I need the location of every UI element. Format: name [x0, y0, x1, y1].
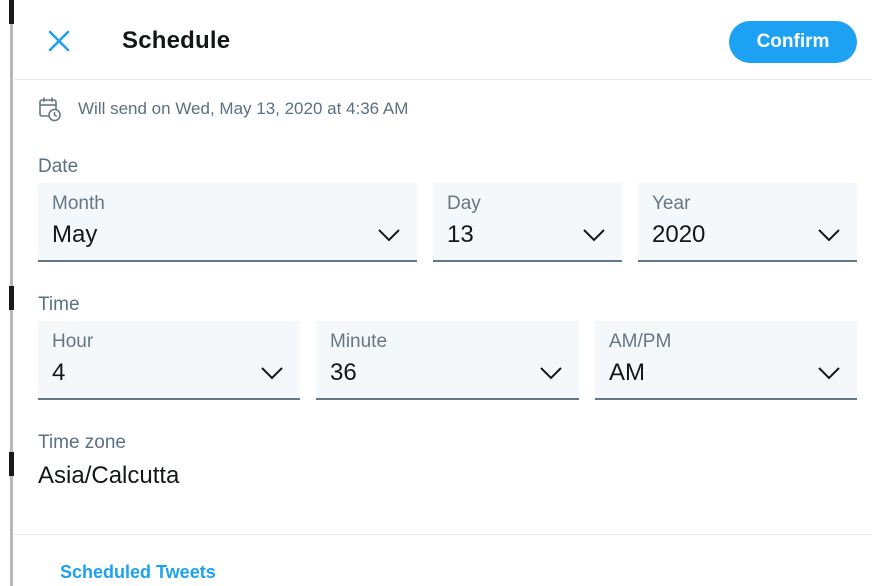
timezone-value: Asia/Calcutta — [38, 462, 180, 489]
minute-select-value: 36 — [330, 359, 357, 386]
dialog-title: Schedule — [122, 27, 231, 54]
hour-select-value: 4 — [52, 359, 66, 386]
scheduled-tweets-link[interactable]: Scheduled Tweets — [60, 562, 216, 583]
confirm-button[interactable]: Confirm — [729, 21, 857, 63]
footer-divider — [14, 534, 872, 535]
app-window: Schedule Confirm Will send on Wed, May 1… — [0, 0, 872, 586]
timezone-label: Time zone — [38, 432, 126, 453]
chevron-down-icon — [540, 367, 562, 380]
year-select-label: Year — [652, 193, 691, 214]
dialog-header: Schedule Confirm — [14, 0, 872, 80]
window-left-edge — [0, 0, 14, 586]
month-select-label: Month — [52, 193, 105, 214]
minute-select[interactable]: Minute 36 — [316, 321, 579, 400]
month-select-value: May — [52, 221, 98, 248]
chevron-down-icon — [261, 367, 283, 380]
minute-select-label: Minute — [330, 331, 388, 352]
chevron-down-icon — [378, 229, 400, 242]
chevron-down-icon — [583, 229, 605, 242]
month-select[interactable]: Month May — [38, 183, 417, 262]
chevron-down-icon — [818, 229, 840, 242]
year-select-value: 2020 — [652, 221, 706, 248]
schedule-dialog: Schedule Confirm Will send on Wed, May 1… — [14, 0, 872, 586]
close-button[interactable] — [44, 26, 74, 56]
ampm-select[interactable]: AM/PM AM — [595, 321, 857, 400]
schedule-summary-text: Will send on Wed, May 13, 2020 at 4:36 A… — [78, 99, 409, 118]
day-select-label: Day — [447, 193, 481, 214]
chevron-down-icon — [818, 367, 840, 380]
day-select-value: 13 — [447, 221, 474, 248]
hour-select[interactable]: Hour 4 — [38, 321, 300, 400]
time-section-label: Time — [38, 294, 80, 315]
ampm-select-label: AM/PM — [609, 331, 672, 352]
schedule-summary: Will send on Wed, May 13, 2020 at 4:36 A… — [38, 95, 408, 123]
hour-select-label: Hour — [52, 331, 94, 352]
year-select[interactable]: Year 2020 — [638, 183, 857, 262]
day-select[interactable]: Day 13 — [433, 183, 622, 262]
ampm-select-value: AM — [609, 359, 645, 386]
calendar-clock-icon — [39, 97, 61, 122]
date-section-label: Date — [38, 156, 79, 177]
close-icon — [48, 30, 70, 52]
